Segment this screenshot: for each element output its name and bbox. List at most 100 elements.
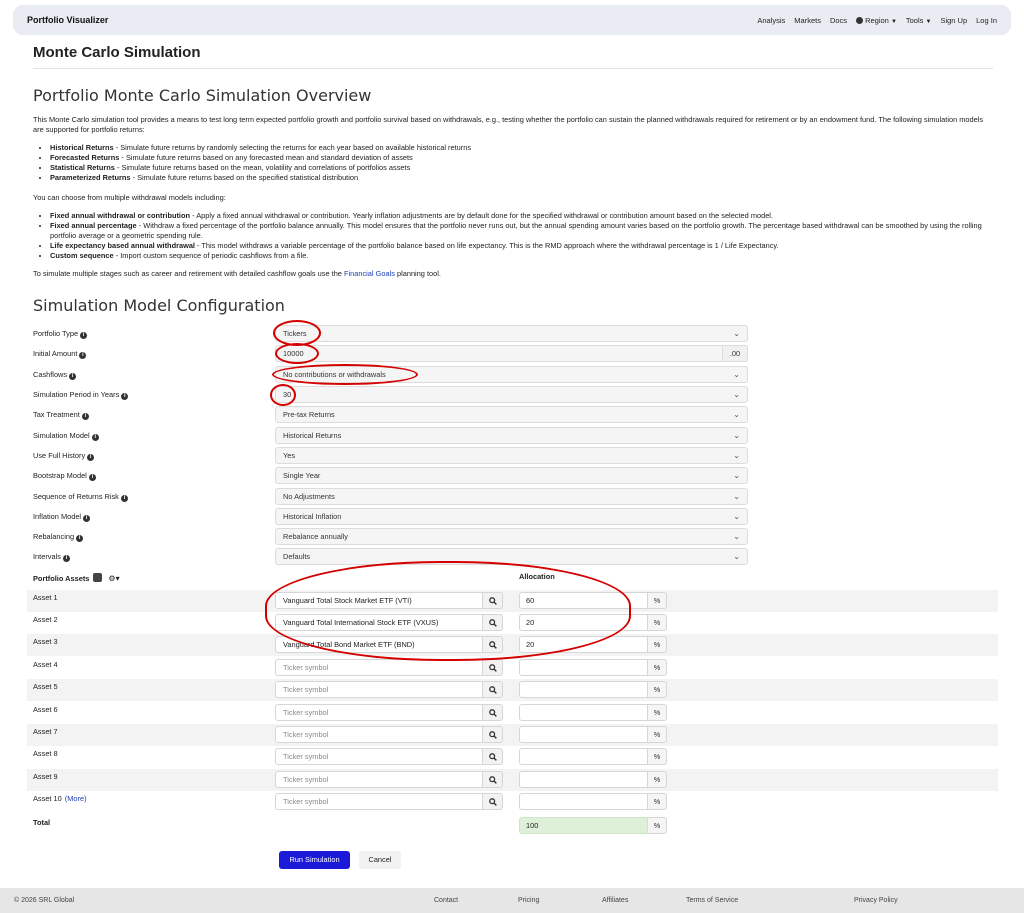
allocation-input[interactable] — [519, 793, 648, 810]
asset-label-text: Asset 5 — [33, 682, 58, 691]
footer-terms-link[interactable]: Terms of Service — [686, 897, 738, 904]
simulation-model-select[interactable]: Historical Returns ⌄ — [275, 427, 748, 444]
nav-region-dropdown[interactable]: Region ▼ — [856, 16, 897, 25]
nav-sign-up[interactable]: Sign Up — [940, 16, 967, 25]
ticker-input[interactable]: Vanguard Total Bond Market ETF (BND) — [275, 636, 483, 653]
asset-label-text: Asset 8 — [33, 749, 58, 758]
intervals-row: Intervals i Defaults ⌄ — [33, 548, 753, 565]
footer-pricing-link[interactable]: Pricing — [518, 897, 539, 904]
search-icon[interactable] — [483, 771, 503, 788]
chevron-down-icon: ⌄ — [733, 532, 740, 541]
nav-analysis[interactable]: Analysis — [757, 16, 785, 25]
list-item: Fixed annual percentage - Withdraw a fix… — [50, 221, 993, 241]
search-icon[interactable] — [483, 748, 503, 765]
search-icon[interactable] — [483, 704, 503, 721]
allocation-input[interactable] — [519, 748, 648, 765]
model-term: Parameterized Returns — [50, 173, 131, 182]
search-icon[interactable] — [483, 636, 503, 653]
cashflows-select[interactable]: No contributions or withdrawals ⌄ — [275, 366, 748, 383]
ticker-input[interactable]: Ticker symbol — [275, 793, 483, 810]
info-icon[interactable]: i — [76, 535, 84, 542]
info-icon[interactable]: i — [80, 332, 88, 339]
info-icon[interactable]: i — [88, 474, 96, 481]
form-label: Inflation Model i — [33, 512, 91, 522]
info-icon[interactable]: i — [83, 515, 91, 522]
table-row: Asset 5 Ticker symbol% — [27, 679, 998, 701]
portfolio-type-select[interactable]: Tickers ⌄ — [275, 325, 748, 342]
nav-markets[interactable]: Markets — [794, 16, 821, 25]
search-icon[interactable] — [483, 726, 503, 743]
intervals-select[interactable]: Defaults ⌄ — [275, 548, 748, 565]
caret-down-icon: ▼ — [890, 18, 897, 25]
chevron-down-icon: ⌄ — [733, 552, 740, 561]
allocation-input[interactable] — [519, 681, 648, 698]
assets-header: Portfolio Assets ⚙▾ Allocation — [33, 572, 733, 586]
table-row: Asset 10 (More) Ticker symbol% — [27, 791, 998, 813]
info-icon[interactable]: i — [79, 352, 87, 359]
info-icon[interactable]: i — [69, 373, 77, 380]
chevron-down-icon: ⌄ — [733, 431, 740, 440]
ticker-input[interactable]: Ticker symbol — [275, 726, 483, 743]
full-history-select[interactable]: Yes ⌄ — [275, 447, 748, 464]
nav-docs[interactable]: Docs — [830, 16, 847, 25]
allocation-input[interactable]: 60 — [519, 592, 648, 609]
asset-label-text: Asset 3 — [33, 637, 58, 646]
ticker-input[interactable]: Ticker symbol — [275, 681, 483, 698]
nav-tools-dropdown[interactable]: Tools ▼ — [906, 16, 932, 25]
bootstrap-model-select[interactable]: Single Year ⌄ — [275, 467, 748, 484]
ticker-input[interactable]: Ticker symbol — [275, 659, 483, 676]
allocation-input[interactable] — [519, 726, 648, 743]
cancel-button[interactable]: Cancel — [359, 851, 401, 869]
search-icon[interactable] — [483, 793, 503, 810]
form-label: Tax Treatment i — [33, 410, 89, 420]
allocation-input[interactable] — [519, 659, 648, 676]
label-text: Simulation Period in Years — [33, 390, 120, 399]
total-allocation: 100 — [519, 817, 648, 834]
search-icon[interactable] — [483, 592, 503, 609]
brand-logo[interactable]: Portfolio Visualizer — [27, 15, 108, 25]
nav-log-in[interactable]: Log In — [976, 16, 997, 25]
footer-contact-link[interactable]: Contact — [434, 897, 458, 904]
allocation-input[interactable]: 20 — [519, 614, 648, 631]
footer-affiliates-link[interactable]: Affiliates — [602, 897, 628, 904]
globe-icon — [856, 16, 864, 24]
info-icon[interactable]: i — [62, 555, 70, 562]
asset-label: Asset 9 — [33, 772, 58, 781]
search-icon[interactable] — [483, 659, 503, 676]
simulation-period-row: Simulation Period in Years i 30 ⌄ — [33, 386, 753, 403]
inflation-model-select[interactable]: Historical Inflation ⌄ — [275, 508, 748, 525]
initial-amount-input[interactable]: 10000 — [275, 345, 723, 362]
allocation-input[interactable]: 20 — [519, 636, 648, 653]
select-value: No contributions or withdrawals — [283, 370, 386, 379]
financial-goals-link[interactable]: Financial Goals — [344, 269, 395, 278]
info-icon[interactable]: i — [87, 454, 95, 461]
percent-suffix: % — [648, 681, 667, 698]
info-icon[interactable]: i — [91, 434, 99, 441]
footer-privacy-link[interactable]: Privacy Policy — [854, 897, 898, 904]
chevron-down-icon: ⌄ — [733, 512, 740, 521]
search-icon[interactable] — [483, 614, 503, 631]
tax-treatment-select[interactable]: Pre-tax Returns ⌄ — [275, 406, 748, 423]
form-label: Use Full History i — [33, 451, 95, 461]
ticker-input[interactable]: Ticker symbol — [275, 748, 483, 765]
info-icon[interactable]: i — [81, 413, 89, 420]
simulation-period-select[interactable]: 30 ⌄ — [275, 386, 748, 403]
run-simulation-button[interactable]: Run Simulation — [279, 851, 350, 869]
search-icon[interactable] — [483, 681, 503, 698]
footer: © 2026 SRL Global Contact Pricing Affili… — [0, 888, 1024, 913]
gear-icon[interactable]: ⚙▾ — [108, 574, 119, 583]
ticker-input[interactable]: Vanguard Total Stock Market ETF (VTI) — [275, 592, 483, 609]
sequence-risk-select[interactable]: No Adjustments ⌄ — [275, 488, 748, 505]
allocation-input[interactable] — [519, 704, 648, 721]
ticker-input[interactable]: Ticker symbol — [275, 771, 483, 788]
select-value: Yes — [283, 451, 296, 460]
info-icon[interactable]: i — [120, 495, 128, 502]
ticker-input[interactable]: Ticker symbol — [275, 704, 483, 721]
list-item: Forecasted Returns - Simulate future ret… — [50, 153, 993, 163]
ticker-input[interactable]: Vanguard Total International Stock ETF (… — [275, 614, 483, 631]
more-assets-link[interactable]: (More) — [65, 794, 87, 803]
info-icon[interactable]: i — [121, 393, 129, 400]
rebalancing-select[interactable]: Rebalance annually ⌄ — [275, 528, 748, 545]
trash-icon[interactable] — [93, 573, 103, 582]
allocation-input[interactable] — [519, 771, 648, 788]
